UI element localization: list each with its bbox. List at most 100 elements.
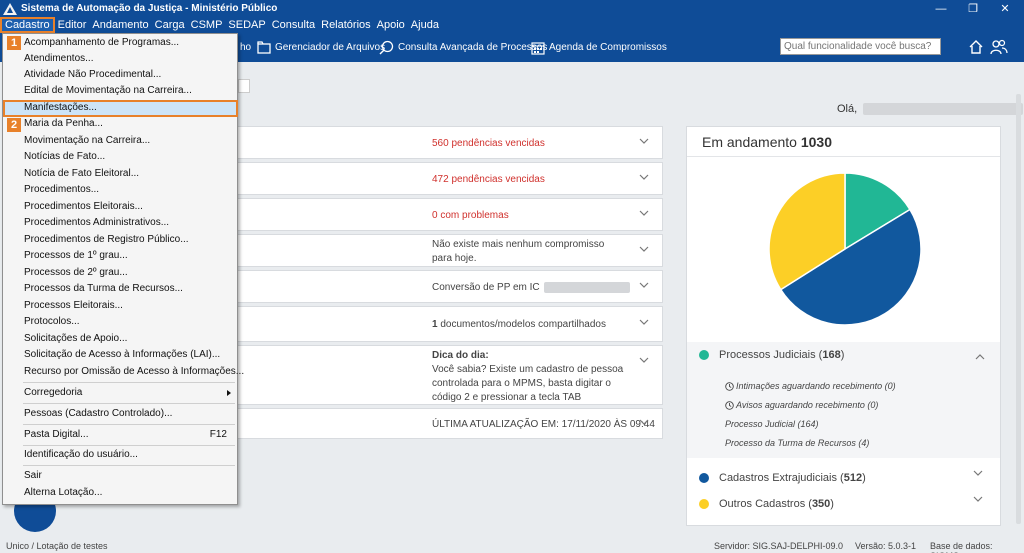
menu-carga[interactable]: Carga xyxy=(152,17,188,33)
menu-item-corregedoria[interactable]: Corregedoria xyxy=(24,385,82,401)
menu-item-alterna-lotacao[interactable]: Alterna Lotação... xyxy=(24,485,102,501)
users-icon[interactable] xyxy=(990,39,1008,55)
filter-box[interactable] xyxy=(238,79,250,93)
menu-item-solicitacoes-apoio[interactable]: Solicitações de Apoio... xyxy=(24,331,127,347)
menu-item-atendimentos[interactable]: Atendimentos... xyxy=(24,51,93,67)
chevron-down-icon[interactable] xyxy=(639,355,649,365)
menu-relatorios[interactable]: Relatórios xyxy=(318,17,374,33)
menu-item-noticias-fato[interactable]: Notícias de Fato... xyxy=(24,149,105,165)
calendar-button[interactable]: Agenda de Compromissos xyxy=(531,39,667,56)
legend-outros[interactable]: Outros Cadastros (350) xyxy=(699,498,834,510)
window-title: Sistema de Automação da Justiça - Minist… xyxy=(21,3,278,14)
row-text: Não existe mais nenhum compromisso para … xyxy=(432,239,605,264)
menu-item-procedimentos[interactable]: Procedimentos... xyxy=(24,182,99,198)
sub-item-processo-judicial[interactable]: Processo Judicial (164) xyxy=(725,419,819,429)
chevron-down-icon[interactable] xyxy=(639,280,649,290)
search-icon xyxy=(379,40,394,55)
legend-count: 168 xyxy=(822,349,841,361)
home-icon[interactable] xyxy=(968,39,984,55)
menu-item-noticia-eleitoral[interactable]: Notícia de Fato Eleitoral... xyxy=(24,166,139,182)
legend-dot xyxy=(699,350,709,360)
chevron-down-icon[interactable] xyxy=(639,172,649,182)
menu-csmp[interactable]: CSMP xyxy=(188,17,226,33)
chevron-down-icon[interactable] xyxy=(973,495,983,503)
sub-item-turma-recursos[interactable]: Processo da Turma de Recursos (4) xyxy=(725,438,869,448)
status-server: Servidor: SIG.SAJ-DELPHI-09.0 xyxy=(714,541,844,551)
menu-apoio[interactable]: Apoio xyxy=(374,17,408,33)
menu-item-processos-1grau[interactable]: Processos de 1º grau... xyxy=(24,248,128,264)
legend-label: Outros Cadastros xyxy=(719,498,806,510)
menu-bar: Cadastro Editor Andamento Carga CSMP SED… xyxy=(0,17,1024,33)
file-manager-button[interactable]: Gerenciador de Arquivos xyxy=(257,39,385,56)
advanced-search-label: Consulta Avançada de Processos xyxy=(398,42,548,53)
menu-item-movimentacao[interactable]: Movimentação na Carreira... xyxy=(24,133,150,149)
row-label: Conversão de PP em IC xyxy=(432,282,540,293)
chevron-down-icon[interactable] xyxy=(639,244,649,254)
menu-item-identificacao[interactable]: Identificação do usuário... xyxy=(24,447,138,463)
sub-item-label: Intimações aguardando recebimento (0) xyxy=(736,381,896,391)
advanced-search-button[interactable]: Consulta Avançada de Processos xyxy=(379,39,547,56)
legend-label: Cadastros Extrajudiciais xyxy=(719,472,837,484)
menu-item-lai[interactable]: Solicitação de Acesso à Informações (LAI… xyxy=(24,347,220,363)
menu-ajuda[interactable]: Ajuda xyxy=(408,17,442,33)
menu-editor[interactable]: Editor xyxy=(55,17,90,33)
menu-item-processos-eleitorais[interactable]: Processos Eleitorais... xyxy=(24,298,123,314)
row-label: documentos/modelos compartilhados xyxy=(437,319,606,330)
chevron-up-icon[interactable] xyxy=(975,353,985,361)
submenu-arrow-icon xyxy=(227,390,231,396)
menu-item-manifestacoes[interactable]: Manifestações... xyxy=(24,100,97,116)
card-total: 1030 xyxy=(800,134,832,150)
minimize-button[interactable]: — xyxy=(925,0,957,17)
row-text: 0 com problemas xyxy=(432,209,509,223)
legend-dot xyxy=(699,499,709,509)
menu-item-proc-administrativos[interactable]: Procedimentos Administrativos... xyxy=(24,215,169,231)
feature-search-input[interactable] xyxy=(780,38,941,55)
tip-text: Você sabia? Existe um cadastro de pessoa… xyxy=(432,364,624,403)
app-logo-icon xyxy=(3,2,17,15)
menu-item-proc-registro[interactable]: Procedimentos de Registro Público... xyxy=(24,232,189,248)
calendar-label: Agenda de Compromissos xyxy=(549,42,667,53)
title-bar: Sistema de Automação da Justiça - Minist… xyxy=(0,0,1024,17)
menu-item-pessoas[interactable]: Pessoas (Cadastro Controlado)... xyxy=(24,406,172,422)
row-text: Conversão de PP em IC xyxy=(432,281,630,295)
menu-separator xyxy=(23,465,235,466)
toolbar-partial-label[interactable]: ho xyxy=(240,39,251,56)
user-name-redacted xyxy=(863,103,1024,115)
menu-andamento[interactable]: Andamento xyxy=(89,17,151,33)
vertical-scrollbar[interactable] xyxy=(1016,94,1021,524)
menu-item-recurso-omissao[interactable]: Recurso por Omissão de Acesso à Informaç… xyxy=(24,364,244,380)
legend-count: 350 xyxy=(811,498,831,510)
chevron-down-icon[interactable] xyxy=(973,469,983,477)
menu-item-sair[interactable]: Sair xyxy=(24,468,42,484)
sub-item-intimacoes[interactable]: Intimações aguardando recebimento (0) xyxy=(725,381,896,391)
menu-consulta[interactable]: Consulta xyxy=(269,17,318,33)
close-button[interactable]: ✕ xyxy=(989,0,1021,17)
menu-item-atividade[interactable]: Atividade Não Procedimental... xyxy=(24,67,161,83)
menu-item-pasta-digital[interactable]: Pasta Digital... xyxy=(24,427,88,443)
menu-item-edital[interactable]: Edital de Movimentação na Carreira... xyxy=(24,83,192,99)
menu-cadastro[interactable]: Cadastro xyxy=(0,17,55,33)
legend-extrajudicial[interactable]: Cadastros Extrajudiciais (512) xyxy=(699,472,866,484)
row-count: 472 xyxy=(432,174,449,185)
chevron-down-icon[interactable] xyxy=(639,317,649,327)
pie-chart xyxy=(768,172,922,326)
menu-item-turma-recursos[interactable]: Processos da Turma de Recursos... xyxy=(24,281,183,297)
card-header: Em andamento 1030 xyxy=(687,127,1000,157)
greeting-text: Olá, xyxy=(837,103,858,115)
menu-sedap[interactable]: SEDAP xyxy=(225,17,268,33)
restore-button[interactable]: ❐ xyxy=(957,0,989,17)
menu-item-protocolos[interactable]: Protocolos... xyxy=(24,314,80,330)
chevron-down-icon[interactable] xyxy=(639,208,649,218)
calendar-icon xyxy=(531,41,545,55)
folder-icon xyxy=(257,41,271,54)
menu-item-processos-2grau[interactable]: Processos de 2º grau... xyxy=(24,265,128,281)
chevron-down-icon[interactable] xyxy=(639,417,649,427)
menu-item-acompanhamento[interactable]: Acompanhamento de Programas... xyxy=(24,35,179,51)
row-text: 560 pendências vencidas xyxy=(432,137,545,151)
menu-item-maria-penha[interactable]: Maria da Penha... xyxy=(24,116,103,132)
sub-item-avisos[interactable]: Avisos aguardando recebimento (0) xyxy=(725,400,878,410)
legend-count: 512 xyxy=(843,472,863,484)
menu-item-proc-eleitorais[interactable]: Procedimentos Eleitorais... xyxy=(24,199,143,215)
legend-judicial[interactable]: Processos Judiciais (168) xyxy=(699,349,844,361)
chevron-down-icon[interactable] xyxy=(639,136,649,146)
